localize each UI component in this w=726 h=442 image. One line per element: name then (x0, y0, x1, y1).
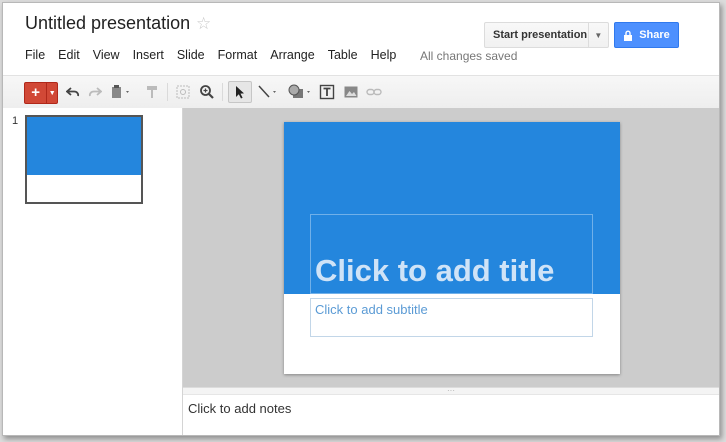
share-label: Share (639, 29, 670, 41)
slide-canvas: Click to add title Click to add subtitle (183, 108, 719, 387)
line-icon[interactable] (256, 76, 280, 108)
menu-edit[interactable]: Edit (58, 48, 80, 66)
app-window: Untitled presentation ☆ File Edit View I… (2, 2, 720, 436)
menu-format[interactable]: Format (218, 48, 258, 66)
notes-placeholder: Click to add notes (188, 401, 292, 416)
slide-thumbnail[interactable] (25, 115, 143, 204)
plus-icon: + (31, 84, 41, 101)
start-presentation-button[interactable]: Start presentation ▼ (484, 22, 609, 48)
menu-file[interactable]: File (25, 48, 45, 66)
title-placeholder-text: Click to add title (315, 253, 555, 288)
zoom-fit-icon[interactable] (174, 76, 192, 108)
star-icon[interactable]: ☆ (196, 14, 211, 34)
slide[interactable]: Click to add title Click to add subtitle (284, 122, 620, 374)
toolbar-separator (222, 83, 223, 101)
subtitle-placeholder-text: Click to add subtitle (315, 302, 428, 317)
subtitle-placeholder[interactable]: Click to add subtitle (310, 298, 593, 337)
title-placeholder[interactable]: Click to add title (310, 214, 593, 294)
menu-bar: File Edit View Insert Slide Format Arran… (25, 48, 409, 66)
redo-icon[interactable] (87, 76, 103, 108)
paste-icon[interactable] (109, 76, 133, 108)
text-box-icon[interactable] (317, 76, 337, 108)
image-icon[interactable] (342, 76, 360, 108)
paint-format-icon[interactable] (143, 76, 161, 108)
chevron-down-icon[interactable]: ▼ (587, 23, 608, 47)
menu-table[interactable]: Table (328, 48, 358, 66)
menu-help[interactable]: Help (371, 48, 397, 66)
menu-insert[interactable]: Insert (133, 48, 164, 66)
chevron-down-icon[interactable]: ▼ (46, 83, 57, 103)
notes-resize-handle[interactable]: ··· (183, 387, 719, 395)
save-status: All changes saved (420, 49, 518, 63)
shape-icon[interactable] (285, 76, 315, 108)
menu-view[interactable]: View (93, 48, 120, 66)
slide-number: 1 (12, 115, 19, 127)
menu-arrange[interactable]: Arrange (270, 48, 314, 66)
share-button[interactable]: Share (614, 22, 679, 48)
start-presentation-label: Start presentation (493, 29, 588, 41)
doc-title[interactable]: Untitled presentation (25, 13, 190, 34)
lock-icon (624, 30, 633, 41)
speaker-notes[interactable]: Click to add notes (183, 395, 719, 435)
undo-icon[interactable] (65, 76, 81, 108)
new-slide-button[interactable]: + ▼ (24, 82, 58, 104)
select-icon[interactable] (228, 81, 252, 103)
link-icon[interactable] (364, 76, 384, 108)
toolbar-separator (167, 83, 168, 101)
zoom-icon[interactable] (198, 76, 216, 108)
slide-filmstrip: 1 (3, 108, 183, 435)
menu-slide[interactable]: Slide (177, 48, 205, 66)
thumbnail-title-band (27, 117, 141, 175)
toolbar: + ▼ (3, 75, 719, 109)
